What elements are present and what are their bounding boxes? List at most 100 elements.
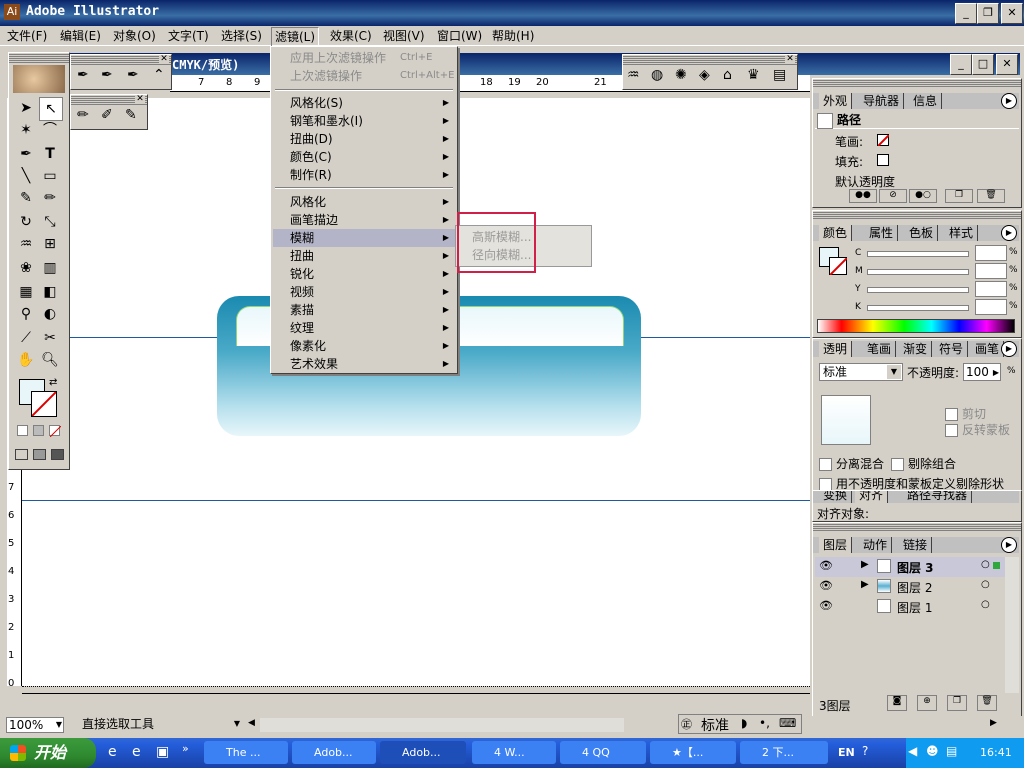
tab-layers[interactable]: 图层 bbox=[819, 537, 853, 553]
menu-filter[interactable]: 滤镜(L) bbox=[271, 27, 320, 47]
menu-item-pen-and-ink[interactable]: 钢笔和墨水(I) ▶ bbox=[273, 112, 455, 130]
panel-menu-icon[interactable]: ▶ bbox=[1001, 93, 1017, 109]
swap-fill-stroke-icon[interactable]: ⇄ bbox=[49, 377, 57, 388]
menu-item-video[interactable]: 视频 ▶ bbox=[273, 283, 455, 301]
panel-menu-icon[interactable]: ▶ bbox=[1001, 225, 1017, 241]
delete-item-icon[interactable]: 🗑︎ bbox=[977, 189, 1005, 203]
start-button[interactable]: 开始 bbox=[0, 738, 96, 768]
paintbrush-icon[interactable]: ✎ bbox=[15, 187, 37, 209]
line-tool-icon[interactable]: ╲ bbox=[15, 165, 37, 187]
transparency-thumbnail[interactable] bbox=[821, 395, 871, 445]
panel-menu-icon[interactable]: ▶ bbox=[1001, 537, 1017, 553]
doc-minimize-button[interactable]: _ bbox=[950, 54, 972, 75]
scallop-icon[interactable]: ⌂ bbox=[723, 67, 732, 83]
symbol-sprayer-icon[interactable]: ❀ bbox=[15, 257, 37, 279]
slice-tool-icon[interactable]: ⟋ bbox=[15, 327, 37, 349]
taskbar-item-active[interactable]: Adob... bbox=[380, 741, 466, 764]
delete-anchor-icon[interactable]: ✒ bbox=[127, 67, 139, 83]
tray-expand-icon[interactable]: ◀ bbox=[908, 744, 917, 758]
warp-tool-icon[interactable]: ♒ bbox=[15, 233, 37, 255]
expand-triangle-icon[interactable]: ▶ bbox=[861, 579, 869, 590]
close-icon[interactable]: ✕ bbox=[785, 55, 795, 64]
color-mode-button[interactable] bbox=[17, 425, 28, 436]
tab-brushes[interactable]: 画笔 bbox=[971, 341, 1005, 357]
palette-grip[interactable] bbox=[813, 523, 1021, 531]
screen-mode-standard[interactable] bbox=[15, 449, 28, 460]
erase-tool-icon[interactable]: ✎ bbox=[125, 107, 137, 123]
clear-appearance-icon[interactable]: ⊘ bbox=[879, 189, 907, 203]
eye-icon[interactable]: 👁︎ bbox=[819, 599, 833, 612]
magenta-value-input[interactable] bbox=[975, 263, 1007, 279]
fill-swatch-small[interactable] bbox=[877, 154, 889, 166]
blend-mode-select[interactable]: 标准 ▼ bbox=[819, 363, 903, 381]
quicklaunch-desktop-icon[interactable]: ▣ bbox=[156, 744, 169, 760]
tab-gradient[interactable]: 渐变 bbox=[899, 341, 933, 357]
menu-item-artistic[interactable]: 艺术效果 ▶ bbox=[273, 355, 455, 373]
eyedropper-icon[interactable]: ⚲ bbox=[15, 303, 37, 325]
magic-wand-icon[interactable]: ✶ bbox=[15, 119, 37, 141]
free-transform-icon[interactable]: ⊞ bbox=[39, 233, 61, 255]
clip-checkbox[interactable]: 剪切 bbox=[945, 405, 986, 422]
tab-actions[interactable]: 动作 bbox=[859, 537, 893, 553]
appearance-item-row[interactable]: 路径 bbox=[815, 111, 1019, 129]
type-tool-icon[interactable]: T bbox=[39, 143, 61, 165]
tab-transparency[interactable]: 透明 bbox=[819, 341, 853, 357]
quicklaunch-ie-icon[interactable]: e bbox=[132, 744, 141, 760]
scale-tool-icon[interactable]: ⤡ bbox=[39, 211, 61, 233]
tab-stroke[interactable]: 笔画 bbox=[863, 341, 897, 357]
layer-row[interactable]: 👁︎ 图层 1 ○ bbox=[815, 597, 1005, 617]
menu-effect[interactable]: 效果(C) bbox=[327, 27, 375, 45]
tab-transform[interactable]: 变换 bbox=[819, 491, 853, 503]
pen-icon[interactable]: ✒ bbox=[77, 67, 89, 83]
menu-type[interactable]: 文字(T) bbox=[165, 27, 212, 45]
layers-scrollbar[interactable] bbox=[1005, 557, 1019, 693]
yellow-slider[interactable] bbox=[867, 287, 969, 293]
new-art-basic-icon[interactable]: ●● bbox=[849, 189, 877, 203]
tab-attributes[interactable]: 属性 bbox=[865, 225, 899, 241]
menu-edit[interactable]: 编辑(E) bbox=[57, 27, 104, 45]
lasso-icon[interactable]: ⌒ bbox=[39, 119, 61, 141]
layer-name[interactable]: 图层 3 bbox=[897, 559, 934, 576]
current-tool-select[interactable]: 直接选取工具 ▼ bbox=[66, 717, 246, 733]
quicklaunch-more-icon[interactable]: » bbox=[182, 742, 189, 755]
tab-color[interactable]: 颜色 bbox=[819, 225, 853, 241]
yellow-value-input[interactable] bbox=[975, 281, 1007, 297]
tab-align[interactable]: 对齐 bbox=[855, 491, 889, 503]
quicklaunch-ie-icon[interactable]: e bbox=[108, 744, 117, 760]
smooth-tool-icon[interactable]: ✐ bbox=[101, 107, 113, 123]
expand-triangle-icon[interactable]: ▶ bbox=[861, 559, 869, 570]
knockout-group-checkbox[interactable]: 剔除组合 bbox=[891, 455, 956, 472]
stroke-none-swatch[interactable] bbox=[877, 134, 890, 147]
scroll-right-icon[interactable]: ▶ bbox=[990, 718, 997, 728]
menu-help[interactable]: 帮助(H) bbox=[489, 27, 537, 45]
gradient-mode-button[interactable] bbox=[33, 425, 44, 436]
tab-appearance[interactable]: 外观 bbox=[819, 93, 853, 109]
ime-punct-icon[interactable]: •, bbox=[759, 716, 770, 730]
pencil-icon[interactable]: ✏ bbox=[77, 107, 89, 123]
tab-symbols[interactable]: 符号 bbox=[935, 341, 969, 357]
cyan-slider[interactable] bbox=[867, 251, 969, 257]
doc-maximize-button[interactable]: □ bbox=[972, 54, 994, 75]
menu-item-colors[interactable]: 颜色(C) ▶ bbox=[273, 148, 455, 166]
direct-selection-tool-icon[interactable]: ↖ bbox=[39, 97, 63, 121]
panel-menu-icon[interactable]: ▶ bbox=[1001, 341, 1017, 357]
menu-file[interactable]: 文件(F) bbox=[4, 27, 50, 45]
screen-mode-full-menu[interactable] bbox=[33, 449, 46, 460]
palette-grip[interactable] bbox=[71, 55, 171, 65]
magenta-slider[interactable] bbox=[867, 269, 969, 275]
blend-tool-icon[interactable]: ◐ bbox=[39, 303, 61, 325]
menu-item-texture[interactable]: 纹理 ▶ bbox=[273, 319, 455, 337]
selection-tool-icon[interactable]: ➤ bbox=[15, 97, 37, 119]
warp-icon[interactable]: ♒ bbox=[627, 67, 640, 83]
close-icon[interactable]: ✕ bbox=[159, 55, 169, 64]
tab-navigator[interactable]: 导航器 bbox=[859, 93, 905, 109]
isolate-blending-checkbox[interactable]: 分离混合 bbox=[819, 455, 884, 472]
black-slider[interactable] bbox=[867, 305, 969, 311]
hand-tool-icon[interactable]: ✋ bbox=[15, 349, 37, 371]
help-icon[interactable]: ? bbox=[862, 744, 868, 758]
taskbar-item[interactable]: 4 QQ bbox=[560, 741, 646, 764]
convert-anchor-icon[interactable]: ⌃ bbox=[153, 67, 165, 83]
target-circle-icon[interactable]: ○ bbox=[981, 559, 990, 570]
menu-item-pixelate[interactable]: 像素化 ▶ bbox=[273, 337, 455, 355]
ime-half-width-icon[interactable]: ◗ bbox=[741, 716, 747, 730]
